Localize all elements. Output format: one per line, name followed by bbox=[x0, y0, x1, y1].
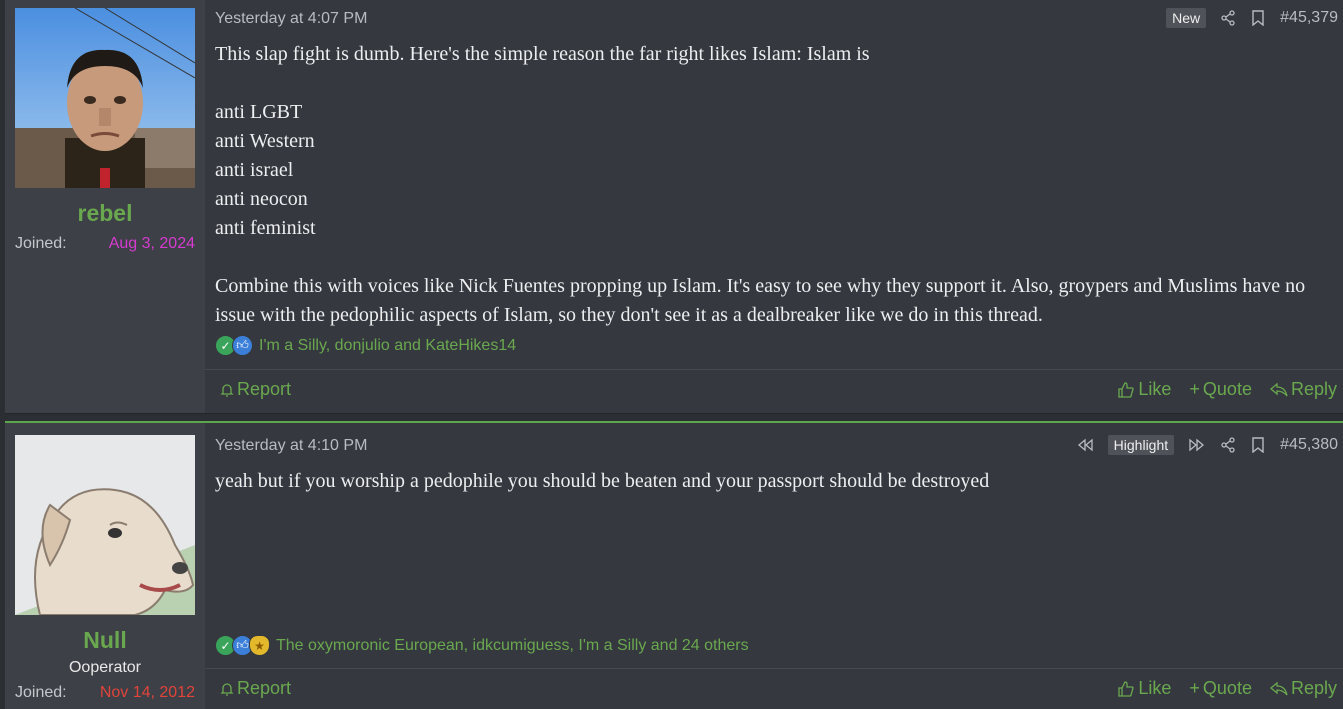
reactions-list[interactable]: The oxymoronic European, idkcumiguess, I… bbox=[276, 637, 749, 655]
report-button[interactable]: Report bbox=[219, 379, 291, 400]
reply-icon bbox=[1269, 681, 1288, 695]
bell-icon bbox=[220, 383, 234, 397]
post-line: anti feminist bbox=[215, 217, 316, 239]
post-main: Yesterday at 4:10 PM Highlight #45,380 y… bbox=[205, 423, 1343, 709]
post-body: yeah but if you worship a pedophile you … bbox=[215, 467, 1335, 496]
like-button[interactable]: Like bbox=[1117, 379, 1171, 400]
user-sidebar: Null Ooperator Joined: Nov 14, 2012 bbox=[5, 423, 205, 709]
joined-label: Joined: bbox=[15, 235, 67, 252]
post: Null Ooperator Joined: Nov 14, 2012 Yest… bbox=[5, 421, 1343, 709]
bookmark-icon[interactable] bbox=[1250, 10, 1266, 26]
reactions-bar[interactable]: ✓ 👍︎ ★ The oxymoronic European, idkcumig… bbox=[215, 635, 749, 656]
new-badge: New bbox=[1166, 8, 1207, 28]
bell-icon bbox=[220, 682, 234, 696]
post-header-actions: New #45,379 bbox=[1166, 8, 1338, 28]
post-footer: Report Like + Quote Reply bbox=[205, 668, 1343, 709]
post-timestamp[interactable]: Yesterday at 4:10 PM bbox=[215, 437, 367, 455]
username[interactable]: Null bbox=[5, 627, 205, 654]
post-line: This slap fight is dumb. Here's the simp… bbox=[215, 43, 870, 65]
post-line: Combine this with voices like Nick Fuent… bbox=[215, 275, 1306, 326]
post-number[interactable]: #45,380 bbox=[1280, 436, 1338, 454]
joined-date: Aug 3, 2024 bbox=[108, 235, 195, 252]
reply-button[interactable]: Reply bbox=[1269, 678, 1337, 699]
rewind-icon[interactable] bbox=[1076, 438, 1094, 452]
quote-button[interactable]: + Quote bbox=[1189, 379, 1252, 400]
post-line bbox=[215, 243, 1335, 272]
post: rebel Joined: Aug 3, 2024 Yesterday at 4… bbox=[5, 0, 1343, 414]
like-label: Like bbox=[1138, 379, 1172, 399]
fast-forward-icon[interactable] bbox=[1188, 438, 1206, 452]
joined-date: Nov 14, 2012 bbox=[99, 684, 195, 701]
post-actions: Like + Quote Reply bbox=[1117, 678, 1337, 699]
avatar[interactable] bbox=[15, 8, 195, 188]
plus-icon: + bbox=[1189, 379, 1200, 399]
post-line: anti LGBT bbox=[215, 101, 303, 123]
post-header-actions: Highlight #45,380 bbox=[1076, 435, 1338, 455]
post-line: anti neocon bbox=[215, 188, 308, 210]
reaction-icons: ✓ 👍︎ ★ bbox=[215, 635, 270, 656]
user-sidebar: rebel Joined: Aug 3, 2024 bbox=[5, 0, 205, 413]
quote-label: Quote bbox=[1202, 379, 1252, 399]
quote-button[interactable]: + Quote bbox=[1189, 678, 1252, 699]
post-main: Yesterday at 4:07 PM New #45,379 This sl… bbox=[205, 0, 1343, 413]
share-icon[interactable] bbox=[1220, 10, 1236, 26]
thumbs-up-icon bbox=[1118, 381, 1135, 398]
post-line: anti Western bbox=[215, 130, 315, 152]
report-label: Report bbox=[237, 379, 292, 399]
reply-label: Reply bbox=[1290, 678, 1337, 698]
post-footer: Report Like + Quote Reply bbox=[205, 369, 1343, 413]
joined-label: Joined: bbox=[15, 684, 67, 701]
reactions-list[interactable]: I'm a Silly, donjulio and KateHikes14 bbox=[259, 337, 516, 355]
reply-icon bbox=[1269, 382, 1288, 396]
reply-label: Reply bbox=[1290, 379, 1337, 399]
avatar[interactable] bbox=[15, 435, 195, 615]
like-button[interactable]: Like bbox=[1117, 678, 1171, 699]
report-button[interactable]: Report bbox=[219, 678, 291, 699]
quote-label: Quote bbox=[1202, 678, 1252, 698]
thumbs-up-icon bbox=[1118, 680, 1135, 697]
thumbs-up-icon: 👍︎ bbox=[232, 335, 253, 356]
share-icon[interactable] bbox=[1220, 437, 1236, 453]
reaction-icons: ✓ 👍︎ bbox=[215, 335, 253, 356]
user-title: Ooperator bbox=[68, 659, 142, 676]
like-label: Like bbox=[1138, 678, 1172, 698]
reactions-bar[interactable]: ✓ 👍︎ I'm a Silly, donjulio and KateHikes… bbox=[215, 335, 516, 356]
post-timestamp[interactable]: Yesterday at 4:07 PM bbox=[215, 10, 367, 28]
username[interactable]: rebel bbox=[5, 200, 205, 227]
post-line: anti israel bbox=[215, 159, 294, 181]
plus-icon: + bbox=[1189, 678, 1200, 698]
medal-icon: ★ bbox=[249, 635, 270, 656]
post-line: yeah but if you worship a pedophile you … bbox=[215, 470, 990, 492]
report-label: Report bbox=[237, 678, 292, 698]
post-number[interactable]: #45,379 bbox=[1280, 9, 1338, 27]
post-actions: Like + Quote Reply bbox=[1117, 379, 1337, 400]
highlight-badge: Highlight bbox=[1107, 435, 1175, 455]
bookmark-icon[interactable] bbox=[1250, 437, 1266, 453]
post-body: This slap fight is dumb. Here's the simp… bbox=[215, 40, 1335, 330]
reply-button[interactable]: Reply bbox=[1269, 379, 1337, 400]
post-line bbox=[215, 69, 1335, 98]
